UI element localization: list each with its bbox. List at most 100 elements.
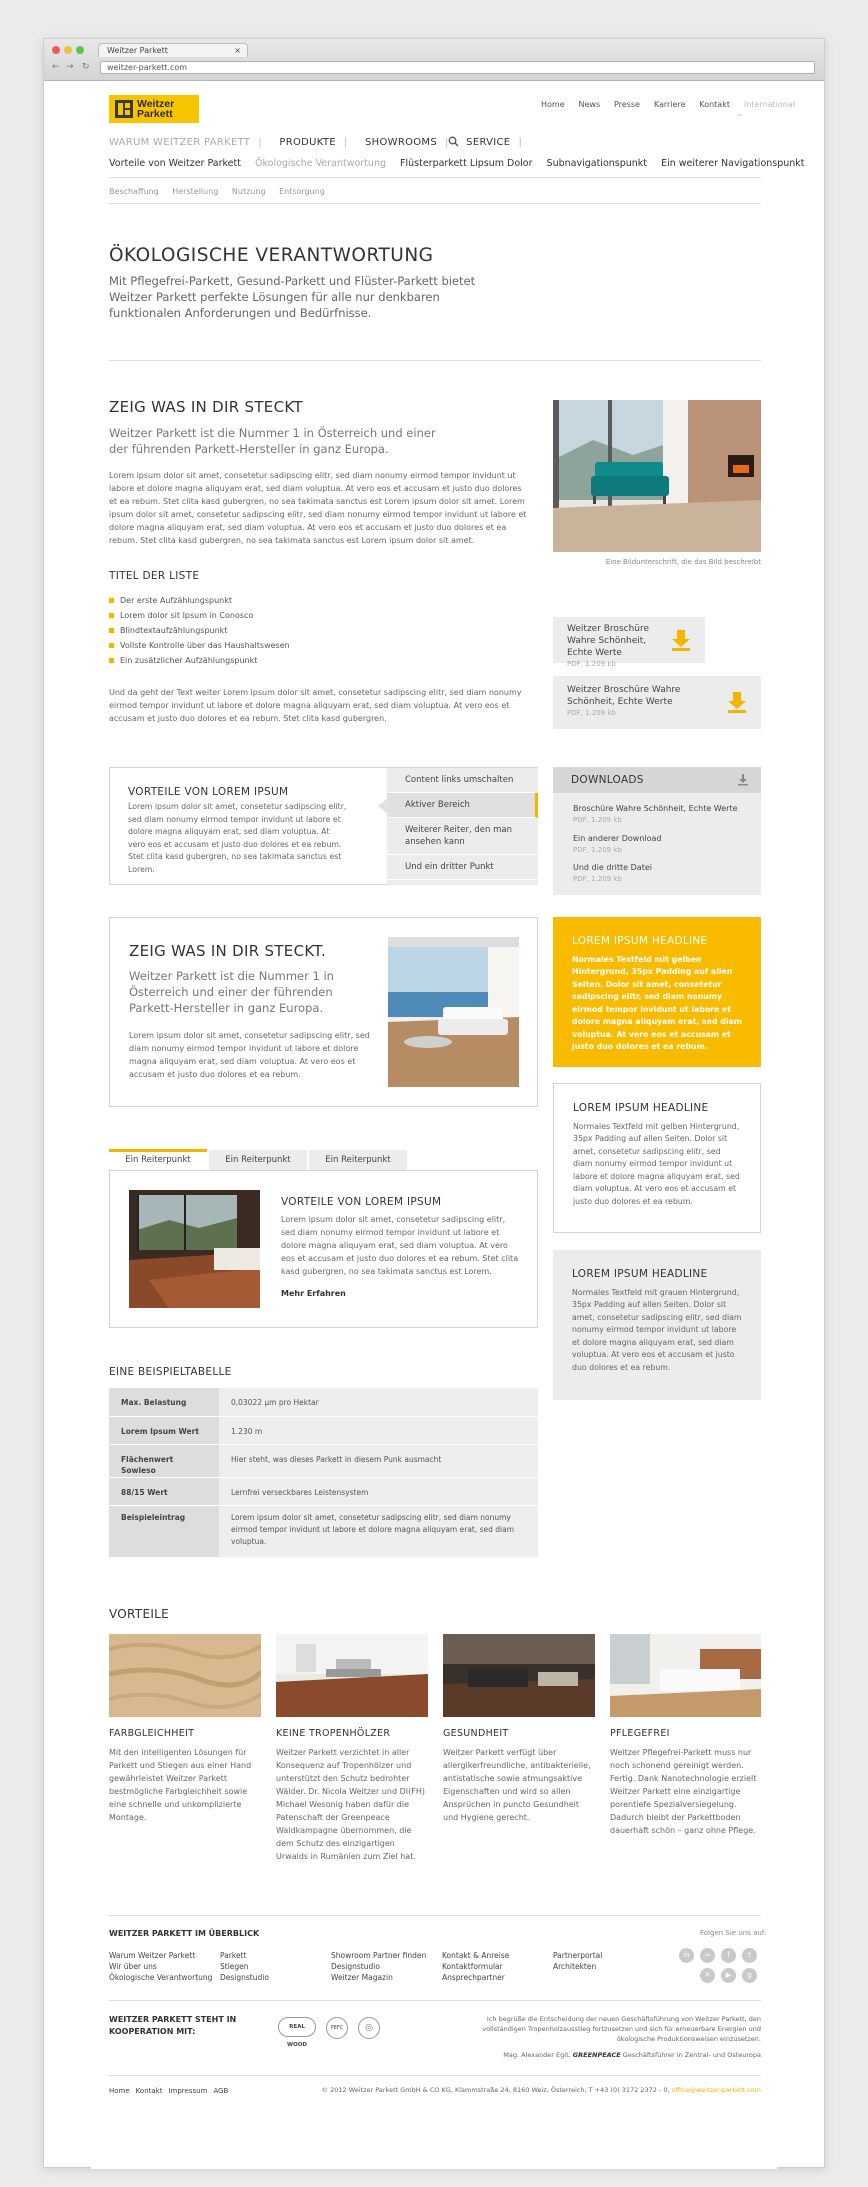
footer-link[interactable]: Stiegen (220, 1961, 331, 1972)
download-item[interactable]: Broschüre Wahre Schönheit, Echte Werte PD… (573, 803, 738, 826)
xing-icon[interactable]: ✕ (700, 1968, 715, 1983)
address-bar[interactable]: weitzer-parkett.com (100, 61, 815, 74)
greenpeace-quote: Ich begrüße die Entscheidung der neuen G… (482, 2015, 761, 2043)
tab-2[interactable]: Ein Reiterpunkt (209, 1150, 307, 1170)
list-item: Der erste Aufzählungspunkt (109, 593, 409, 608)
third-nav-item[interactable]: Nutzung (232, 187, 266, 196)
download-item-title: Ein anderer Download (573, 834, 662, 843)
teaser-box: ZEIG WAS IN DIR STECKT. Weitzer Parkett … (109, 917, 538, 1107)
download-item[interactable]: Und die dritte Datei PDF, 1.209 kb (573, 862, 652, 885)
more-link[interactable]: Mehr Erfahren (281, 1288, 346, 1300)
table-key: Flächenwert Sowieso (109, 1444, 219, 1477)
maximize-window-button[interactable] (76, 46, 84, 54)
table-value: 1.230 m (219, 1416, 538, 1444)
real-wood-logo[interactable]: REAL WOOD (278, 2017, 316, 2048)
main-nav-service[interactable]: SERVICE (466, 137, 510, 148)
card-title: GESUNDHEIT (443, 1728, 509, 1739)
footer-link[interactable]: Architekten (553, 1961, 653, 1972)
bottom-link-home[interactable]: Home (109, 2087, 130, 2095)
footer-link[interactable]: Designstudio (331, 1961, 442, 1972)
sub-nav-item[interactable]: Vorteile von Weitzer Parkett (109, 158, 241, 169)
flickr-icon[interactable]: ∞ (700, 1948, 715, 1963)
download-arrow-icon (672, 630, 690, 651)
box-menu-item[interactable]: Content links umschalten (387, 768, 538, 793)
tab-3[interactable]: Ein Reiterpunkt (309, 1150, 407, 1170)
living-room-photo (553, 400, 761, 552)
minimize-window-button[interactable] (64, 46, 72, 54)
sub-nav-item[interactable]: Ein weiterer Navigationspunkt (661, 158, 804, 169)
data-table: Max. Belastung 0,03022 μm pro Hektar Lore… (109, 1388, 538, 1557)
international-dropdown[interactable]: International (744, 100, 795, 109)
main-nav-showrooms[interactable]: SHOWROOMS (365, 137, 437, 148)
footer-link[interactable]: Kontaktformular (442, 1961, 553, 1972)
table-key: 88/15 Wert (109, 1476, 219, 1505)
card-title: PFLEGEFREI (610, 1728, 670, 1739)
logo[interactable]: Weitzer Parkett (109, 95, 199, 123)
tab-close-icon[interactable]: × (234, 44, 241, 57)
footer-link[interactable]: Parkett (220, 1950, 331, 1961)
meta-link-kontakt[interactable]: Kontakt (699, 100, 730, 109)
footer-link[interactable]: Designstudio (220, 1972, 331, 1983)
forward-icon[interactable]: → (66, 61, 74, 75)
footer-link[interactable]: Ansprechpartner (442, 1972, 553, 1983)
grey-headline-box: LOREM IPSUM HEADLINE Normales Textfeld m… (553, 1250, 761, 1400)
youtube-icon[interactable]: ▶ (721, 1968, 736, 1983)
download-item[interactable]: Ein anderer Download PDF, 1.209 kb (573, 833, 662, 856)
table-value: Lorem ipsum dolor sit amet, consetetur s… (219, 1504, 538, 1557)
bottom-link-impressum[interactable]: Impressum (168, 2087, 207, 2095)
bottom-link-kontakt[interactable]: Kontakt (136, 2087, 163, 2095)
box-menu-item-active[interactable]: Aktiver Bereich (387, 793, 538, 818)
meta-link-news[interactable]: News (579, 100, 601, 109)
third-nav-item[interactable]: Beschaffung (109, 187, 159, 196)
certification-logo[interactable]: ◎ (358, 2017, 380, 2039)
footer-link[interactable]: Kontakt & Anreise (442, 1950, 553, 1961)
main-nav-produkte[interactable]: PRODUKTE (279, 137, 335, 148)
reload-icon[interactable]: ↻ (82, 61, 90, 75)
footer-link[interactable]: Warum Weitzer Parkett (109, 1950, 220, 1961)
download-box-small[interactable]: Weitzer Broschüre Wahre Schönheit, Echte… (553, 617, 705, 668)
footer-link[interactable]: Weitzer Magazin (331, 1972, 442, 1983)
meta-link-home[interactable]: Home (541, 100, 565, 109)
email-link[interactable]: office@weitzer-parkett.com (672, 2086, 761, 2094)
follow-label: Folgen Sie uns auf: (700, 1929, 767, 1937)
footer-link[interactable]: Ökologische Verantwortung (109, 1972, 220, 1983)
divider (109, 2075, 761, 2076)
sub-nav-item[interactable]: Subnavigationspunkt (547, 158, 647, 169)
google-icon[interactable]: g (742, 1968, 757, 1983)
download-title: Weitzer Broschüre Wahre Schönheit, Echte… (567, 624, 650, 658)
meta-link-presse[interactable]: Presse (614, 100, 640, 109)
tab-1[interactable]: Ein Reiterpunkt (109, 1149, 207, 1169)
chevron-down-icon[interactable]: ⌄ (736, 108, 743, 120)
twitter-icon[interactable]: t (742, 1948, 757, 1963)
download-item-meta: PDF, 1.209 kb (573, 875, 622, 883)
divider (109, 2000, 761, 2001)
coop-title: WEITZER PARKETT STEHT IN KOOPERATION MIT… (109, 2015, 237, 2036)
vorteile-box: VORTEILE VON LOREM IPSUM Lorem ipsum dol… (109, 767, 538, 885)
download-box-large[interactable]: Weitzer Broschüre Wahre Schönheit, Echte… (553, 676, 761, 729)
linkedin-icon[interactable]: in (679, 1948, 694, 1963)
divider (109, 177, 761, 178)
third-nav-item[interactable]: Herstellung (172, 187, 218, 196)
box-menu-item[interactable]: Und ein dritter Punkt (387, 855, 538, 880)
close-window-button[interactable] (52, 46, 60, 54)
quote-author-role: Geschäftsführer in Zentral- und Osteurop… (622, 2051, 761, 2059)
footer-link[interactable]: Partnerportal (553, 1950, 653, 1961)
box-menu-item[interactable]: Weiterer Reiter, den man ansehen kann (387, 818, 538, 855)
search-icon[interactable] (448, 136, 459, 147)
bottom-link-agb[interactable]: AGB (213, 2087, 228, 2095)
facebook-icon[interactable]: f (721, 1948, 736, 1963)
back-icon[interactable]: ← (52, 61, 60, 75)
sub-nav-item-active[interactable]: Ökologische Verantwortung (255, 158, 386, 169)
main-nav-warum[interactable]: WARUM WEITZER PARKETT (109, 137, 250, 148)
third-nav-item[interactable]: Entsorgung (279, 187, 325, 196)
footer-link[interactable]: Wir über uns (109, 1961, 220, 1972)
meta-link-karriere[interactable]: Karriere (654, 100, 686, 109)
sub-nav-item[interactable]: Flüsterparkett Lipsum Dolor (400, 158, 532, 169)
browser-tab[interactable]: Weitzer Parkett × (98, 43, 248, 57)
main-nav: WARUM WEITZER PARKETT | PRODUKTE | SHOWROO… (109, 137, 523, 148)
pefc-logo[interactable]: PEFC (326, 2017, 348, 2039)
download-item-meta: PDF, 1.209 kb (573, 846, 622, 854)
footer-link[interactable]: Showroom Partner finden (331, 1950, 442, 1961)
teaser-lead: Weitzer Parkett ist die Nummer 1 in Öste… (129, 969, 334, 1015)
footer-col: Partnerportal Architekten (553, 1950, 653, 1972)
